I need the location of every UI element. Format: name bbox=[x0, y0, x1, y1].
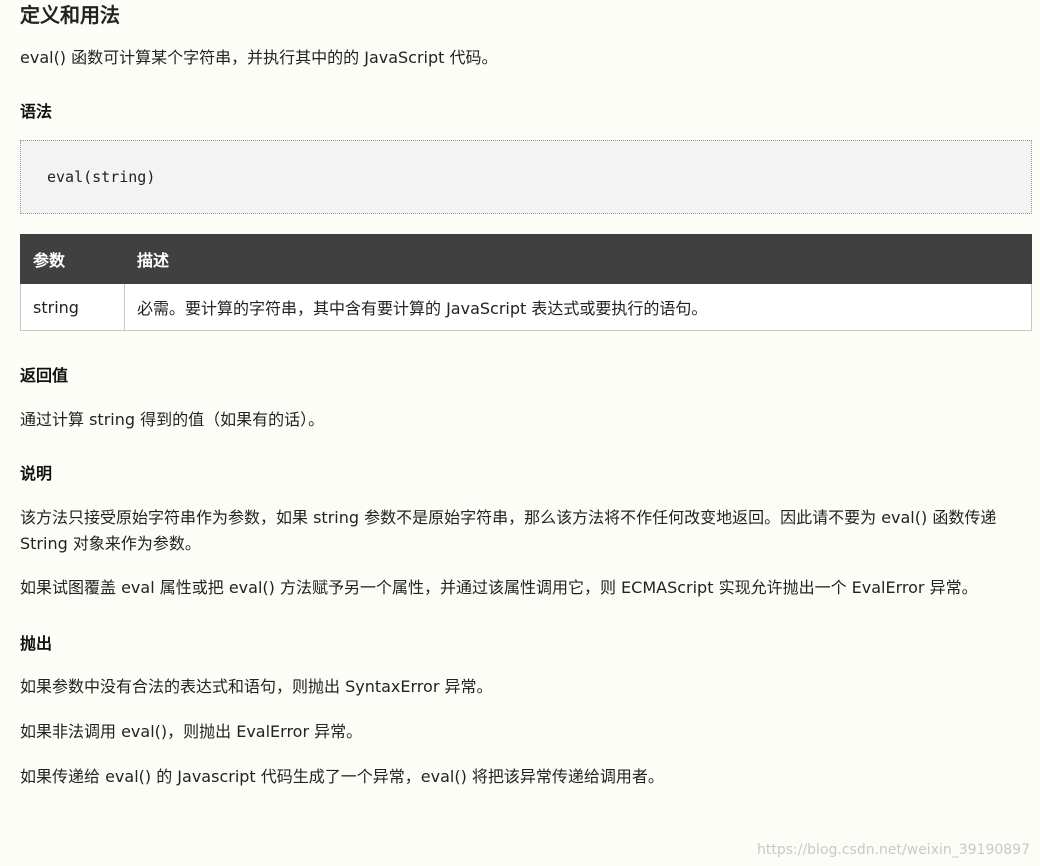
description-heading: 说明 bbox=[20, 464, 53, 483]
document-body: 定义和用法 eval() 函数可计算某个字符串，并执行其中的的 JavaScri… bbox=[20, 0, 1032, 790]
return-value-text: 通过计算 string 得到的值（如果有的话）。 bbox=[20, 410, 325, 429]
description-paragraph-1: 该方法只接受原始字符串作为参数，如果 string 参数不是原始字符串，那么该方… bbox=[20, 508, 997, 553]
throws-heading: 抛出 bbox=[20, 634, 53, 653]
intro-paragraph: eval() 函数可计算某个字符串，并执行其中的的 JavaScript 代码。 bbox=[20, 48, 498, 67]
throws-paragraph-3: 如果传递给 eval() 的 Javascript 代码生成了一个异常，eval… bbox=[20, 767, 664, 786]
syntax-heading: 语法 bbox=[20, 102, 53, 121]
header-param: 参数 bbox=[20, 234, 125, 284]
table-row: string 必需。要计算的字符串，其中含有要计算的 JavaScript 表达… bbox=[20, 283, 1032, 331]
params-header-row: 参数 描述 bbox=[20, 234, 1032, 284]
page-title: 定义和用法 bbox=[20, 3, 120, 27]
syntax-code: eval(string) bbox=[47, 168, 156, 186]
param-desc-cell: 必需。要计算的字符串，其中含有要计算的 JavaScript 表达式或要执行的语… bbox=[124, 283, 1032, 331]
syntax-code-box: eval(string) bbox=[20, 140, 1032, 214]
header-desc: 描述 bbox=[124, 234, 1032, 284]
return-value-heading: 返回值 bbox=[20, 366, 69, 385]
throws-paragraph-2: 如果非法调用 eval()，则抛出 EvalError 异常。 bbox=[20, 722, 363, 741]
watermark: https://blog.csdn.net/weixin_39190897 bbox=[756, 842, 1030, 858]
params-table: 参数 描述 string 必需。要计算的字符串，其中含有要计算的 JavaScr… bbox=[20, 234, 1032, 331]
throws-paragraph-1: 如果参数中没有合法的表达式和语句，则抛出 SyntaxError 异常。 bbox=[20, 677, 493, 696]
param-name-cell: string bbox=[20, 283, 125, 331]
description-paragraph-2: 如果试图覆盖 eval 属性或把 eval() 方法赋予另一个属性，并通过该属性… bbox=[20, 578, 978, 597]
